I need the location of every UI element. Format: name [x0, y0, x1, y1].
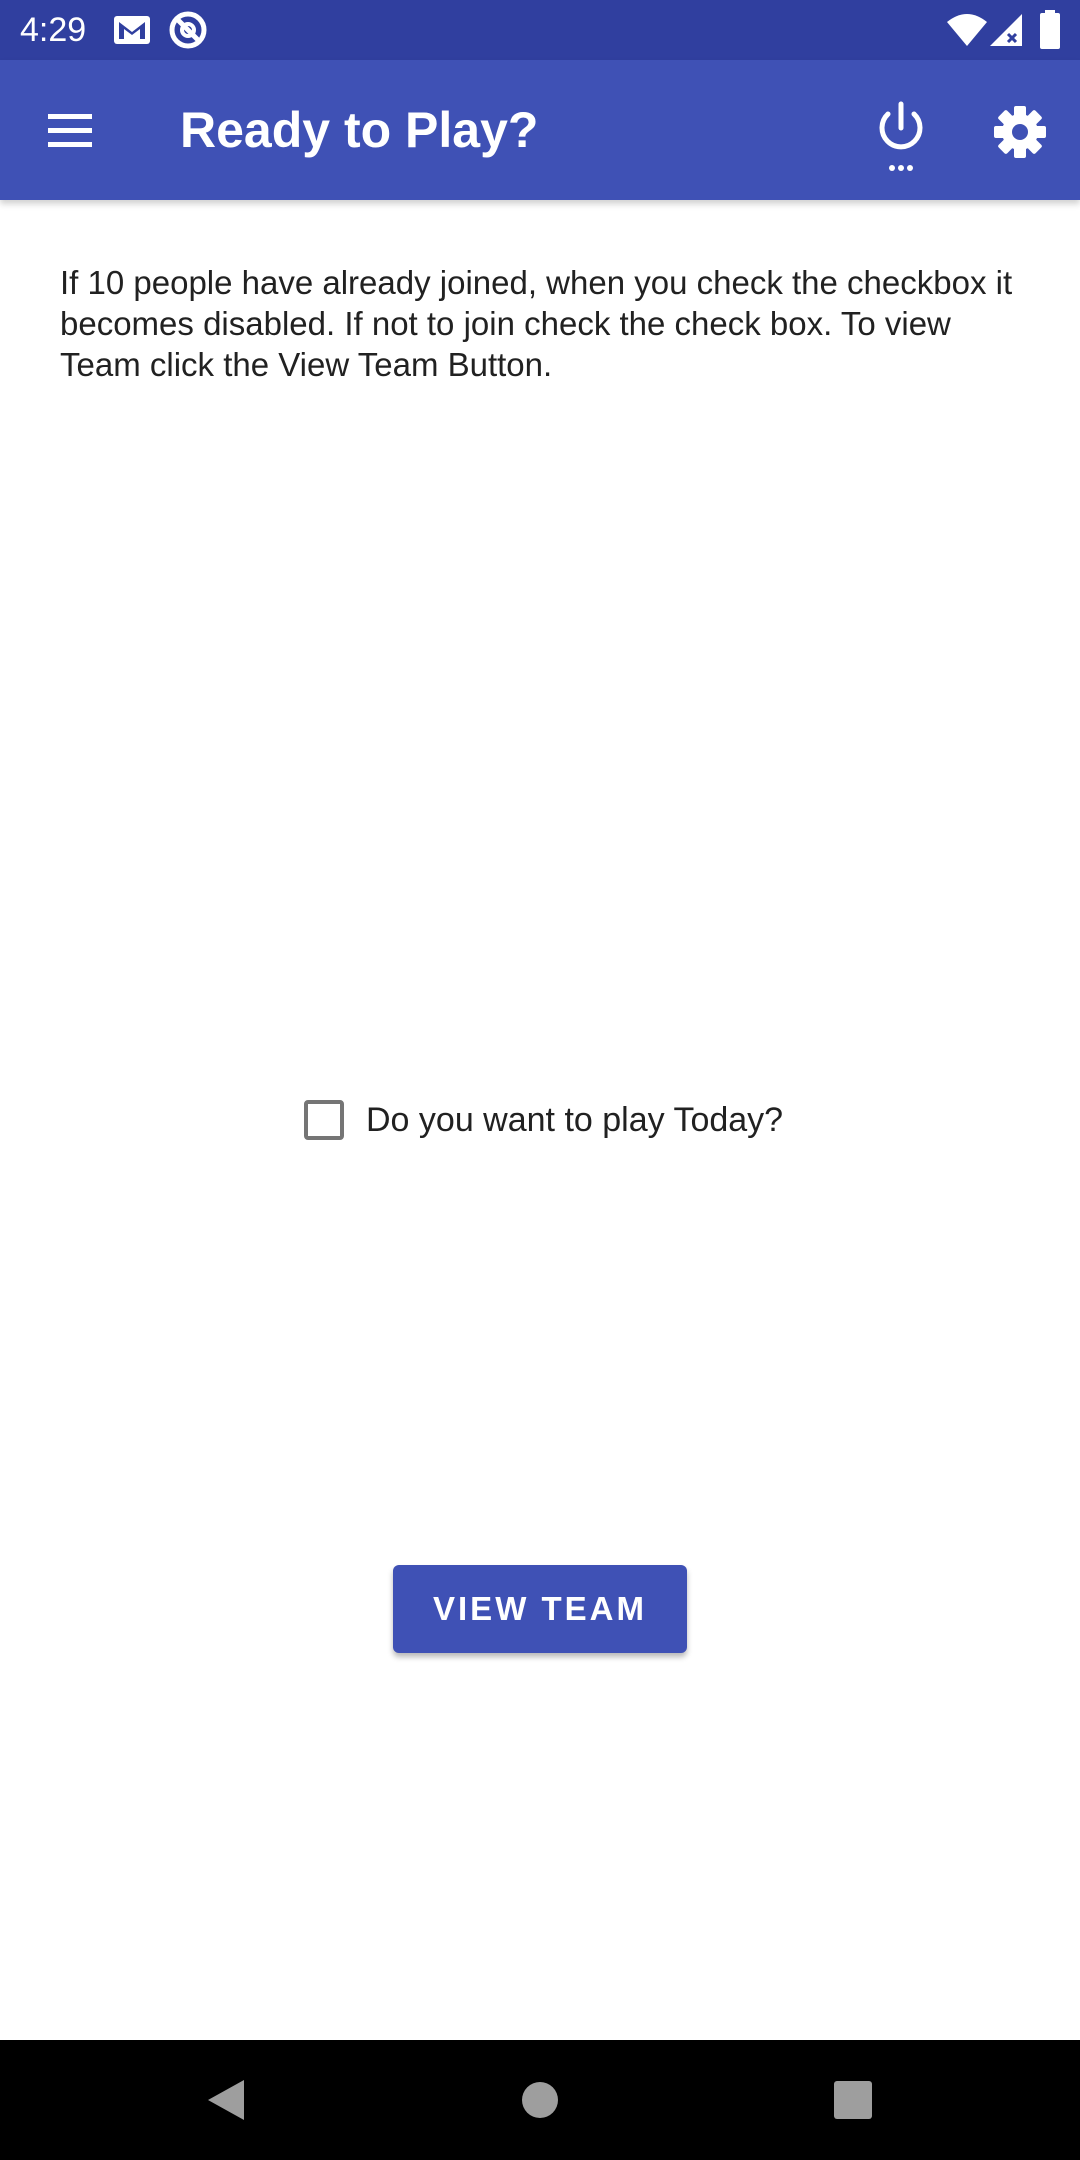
page-title: Ready to Play? [180, 102, 539, 158]
home-icon[interactable] [522, 2082, 558, 2118]
app-bar: Ready to Play? [0, 60, 1080, 200]
instructions-text: If 10 people have already joined, when y… [60, 264, 1013, 383]
recents-icon[interactable] [834, 2081, 872, 2119]
wifi-icon [946, 12, 988, 53]
gear-icon[interactable] [986, 98, 1054, 166]
battery-icon [1038, 10, 1062, 55]
hamburger-menu-icon[interactable] [30, 96, 110, 166]
power-icon[interactable] [866, 96, 936, 176]
gmail-icon [112, 10, 152, 55]
screen: 4:29 Ready to Play? If 10 people have al… [0, 0, 1080, 2160]
signal-icon [988, 12, 1026, 53]
navigation-bar [0, 2040, 1080, 2160]
status-time: 4:29 [20, 11, 87, 49]
play-today-checkbox-row[interactable]: Do you want to play Today? [300, 1090, 783, 1150]
no-disturb-icon [168, 10, 208, 55]
play-today-label[interactable]: Do you want to play Today? [366, 1098, 783, 1142]
status-bar: 4:29 [0, 0, 1080, 60]
view-team-button[interactable]: VIEW TEAM [393, 1565, 687, 1653]
back-icon[interactable] [204, 2078, 248, 2122]
play-today-checkbox[interactable] [304, 1100, 344, 1140]
